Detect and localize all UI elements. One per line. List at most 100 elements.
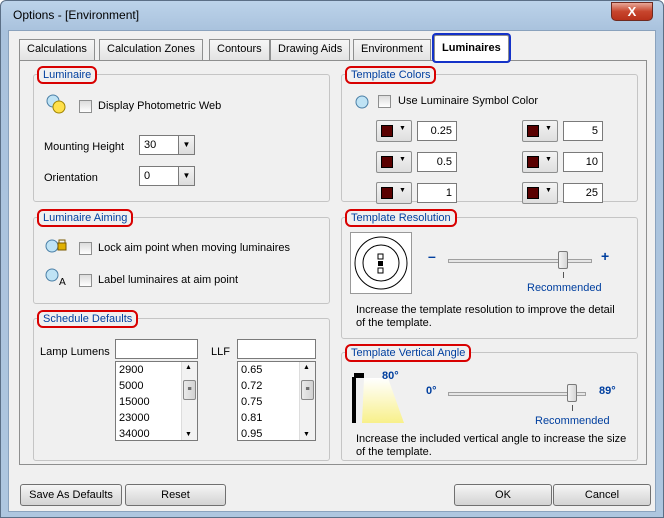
scroll-down-icon[interactable]: ▼ [303,431,310,438]
tab-drawing-aids[interactable]: Drawing Aids [270,39,351,60]
color-swatch [527,156,539,168]
title-bar[interactable]: Options - [Environment] X [1,1,663,31]
color-level-2[interactable]: 0.5 [417,152,457,172]
color-swatch [527,187,539,199]
template-vertical-angle-group: Template Vertical Angle 80° 0° 89° Recom… [341,344,638,461]
luminaire-aiming-heading: Luminaire Aiming [37,209,134,227]
chevron-down-icon: ▼ [545,187,552,194]
color-button-4[interactable]: ▼ [522,120,558,142]
template-colors-group: Template Colors Use Luminaire Symbol Col… [341,66,638,204]
display-web-label: Display Photometric Web [98,100,222,112]
vertical-angle-slider-thumb[interactable] [567,384,578,402]
orientation-value: 0 [144,170,151,182]
mounting-height-value: 30 [144,139,157,151]
color-swatch [381,187,393,199]
resolution-recommended-label: Recommended [527,282,602,294]
color-swatch [381,125,393,137]
chevron-down-icon: ▼ [399,156,406,163]
symbol-color-checkbox[interactable] [378,95,391,108]
photometric-web-icon [46,94,66,114]
color-button-6[interactable]: ▼ [522,182,558,204]
lock-aim-label: Lock aim point when moving luminaires [98,242,290,254]
color-level-1[interactable]: 0.25 [417,121,457,141]
ok-button[interactable]: OK [454,484,552,506]
chevron-down-icon: ▼ [399,187,406,194]
template-resolution-group: Template Resolution – + Recommended Incr… [341,209,638,339]
tab-calculation-zones[interactable]: Calculation Zones [99,39,204,60]
scroll-down-icon[interactable]: ▼ [185,431,192,438]
window-title: Options - [Environment] [13,8,140,22]
resolution-slider-track[interactable] [448,259,592,263]
recommended-tick [563,272,565,278]
template-colors-heading: Template Colors [345,66,437,84]
label-aim-icon: A [45,268,66,288]
template-vertical-angle-heading: Template Vertical Angle [345,344,472,362]
scroll-up-icon[interactable]: ▲ [303,364,310,371]
color-button-3[interactable]: ▼ [376,182,412,204]
luminaire-heading: Luminaire [37,66,98,84]
lamp-lumens-label: Lamp Lumens [40,346,110,358]
color-button-1[interactable]: ▼ [376,120,412,142]
resolution-plus-label: + [601,248,610,264]
template-resolution-heading: Template Resolution [345,209,457,227]
chevron-down-icon[interactable]: ▼ [178,167,194,185]
vertical-angle-max-label: 89° [599,385,616,397]
symbol-color-label: Use Luminaire Symbol Color [398,95,538,107]
vertical-angle-recommended-label: Recommended [535,415,610,427]
llf-list[interactable]: 0.65 0.72 0.75 0.81 0.95 ▲ ≡ ▼ [237,361,316,441]
schedule-defaults-group: Schedule Defaults Lamp Lumens 2900 5000 … [33,310,330,461]
color-button-5[interactable]: ▼ [522,151,558,173]
color-level-6[interactable]: 25 [563,183,603,203]
color-level-4[interactable]: 5 [563,121,603,141]
luminaire-aiming-group: Luminaire Aiming Lock aim point when mov… [33,209,330,304]
save-as-defaults-button[interactable]: Save As Defaults [20,484,122,506]
close-button[interactable]: X [611,2,653,21]
label-aim-label: Label luminaires at aim point [98,274,239,286]
llf-scrollbar[interactable]: ▲ ≡ ▼ [299,362,315,440]
resolution-help-text: Increase the template resolution to impr… [356,304,615,329]
tab-panel: Luminaire Display Photometric Web Mounti… [19,60,647,465]
orientation-label: Orientation [44,172,98,184]
template-resolution-icon [350,232,412,294]
color-button-2[interactable]: ▼ [376,151,412,173]
lamp-lumens-input[interactable] [115,339,198,359]
luminaire-group: Luminaire Display Photometric Web Mounti… [33,66,330,202]
luminaire-symbol-icon [355,95,369,109]
orientation-combo[interactable]: 0 ▼ [139,166,195,186]
svg-text:A: A [59,277,66,288]
lamp-lumens-list[interactable]: 2900 5000 15000 23000 34000 ▲ ≡ ▼ [115,361,198,441]
color-level-3[interactable]: 1 [417,183,457,203]
tab-contours[interactable]: Contours [209,39,270,60]
recommended-tick [572,405,574,411]
display-web-checkbox[interactable] [79,100,92,113]
chevron-down-icon: ▼ [545,156,552,163]
vertical-angle-min-label: 0° [426,385,437,397]
resolution-slider-thumb[interactable] [558,251,569,269]
scroll-thumb[interactable]: ≡ [301,380,314,400]
mounting-height-combo[interactable]: 30 ▼ [139,135,195,155]
mounting-height-label: Mounting Height [44,141,125,153]
schedule-defaults-heading: Schedule Defaults [37,310,139,328]
reset-button[interactable]: Reset [125,484,226,506]
tab-luminaires[interactable]: Luminaires [434,35,509,61]
scroll-thumb[interactable]: ≡ [183,380,196,400]
lock-aim-checkbox[interactable] [79,242,92,255]
tab-environment[interactable]: Environment [353,39,431,60]
lumens-scrollbar[interactable]: ▲ ≡ ▼ [181,362,197,440]
dialog-client: Calculations Calculation Zones Contours … [8,30,656,512]
color-swatch [527,125,539,137]
resolution-minus-label: – [428,248,436,264]
cancel-button[interactable]: Cancel [553,484,651,506]
vertical-angle-slider-track[interactable] [448,392,586,396]
llf-input[interactable] [237,339,316,359]
tab-calculations[interactable]: Calculations [19,39,95,60]
options-window: Options - [Environment] X Calculations C… [0,0,664,518]
scroll-up-icon[interactable]: ▲ [185,364,192,371]
chevron-down-icon: ▼ [399,125,406,132]
chevron-down-icon: ▼ [545,125,552,132]
label-aim-checkbox[interactable] [79,274,92,287]
color-level-5[interactable]: 10 [563,152,603,172]
vertical-angle-help-text: Increase the included vertical angle to … [356,433,627,458]
vertical-angle-icon-label: 80° [382,370,399,382]
chevron-down-icon[interactable]: ▼ [178,136,194,154]
